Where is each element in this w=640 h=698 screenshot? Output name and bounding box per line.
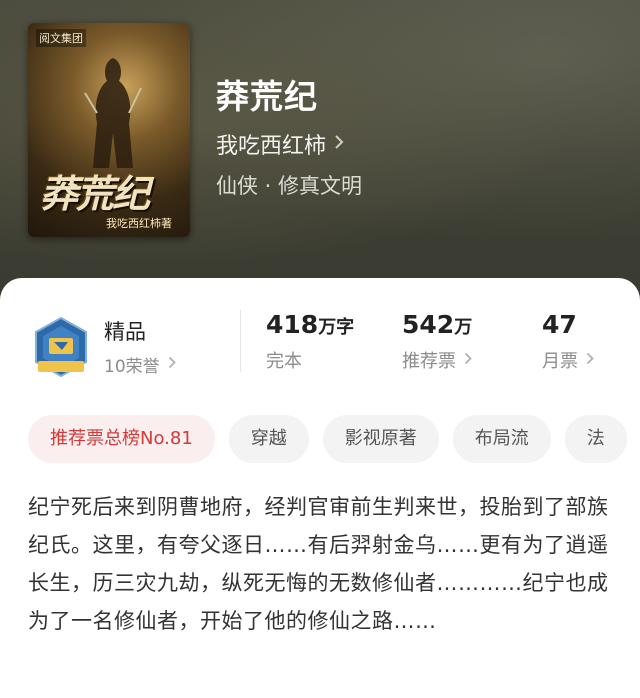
book-info-card: 精品 10荣誉 418万字 完本 542万 推荐票 47 月票 推荐票总榜No.… [0,278,640,698]
stat-monthly-value: 47 [542,310,577,339]
stat-words-value: 418 [266,310,319,339]
book-cover[interactable]: 阅文集团 莽荒纪 我吃西红柿著 [28,23,190,237]
cover-title-art: 莽荒纪 [40,171,150,216]
cover-author-art: 我吃西红柿著 [106,217,172,230]
tag-item[interactable]: 法 [564,415,627,463]
chevron-right-icon [586,352,594,369]
chevron-right-icon [168,356,176,373]
stat-words-unit: 万字 [318,317,355,338]
author-link[interactable]: 我吃西红柿 [216,128,344,160]
honor-count-link[interactable]: 10荣誉 [104,352,176,377]
cover-warrior-illustration [84,58,142,168]
honor-count: 10荣誉 [104,357,160,377]
stat-monthly[interactable]: 47 月票 [542,310,594,373]
tag-list: 推荐票总榜No.81 穿越 影视原著 布局流法 [28,415,640,465]
tag-item[interactable]: 穿越 [228,415,309,463]
stat-recommend[interactable]: 542万 推荐票 [402,310,472,373]
book-genre[interactable]: 仙侠 · 修真文明 [216,170,362,200]
stat-recommend-unit: 万 [454,317,473,338]
book-synopsis[interactable]: 纪宁死后来到阴曹地府，经判官审前生判来世，投胎到了部族纪氏。这里，有夸父逐日……… [28,488,618,640]
tag-item[interactable]: 布局流 [452,415,551,463]
tag-ranking[interactable]: 推荐票总榜No.81 [28,415,215,463]
chevron-right-icon [464,352,472,369]
stat-words: 418万字 完本 [266,310,354,373]
stat-words-label: 完本 [266,351,302,372]
cover-publisher: 阅文集团 [36,29,86,47]
honor-title: 精品 [104,320,146,344]
tag-item[interactable]: 影视原著 [322,415,439,463]
chevron-right-icon [334,134,344,155]
book-header: 阅文集团 莽荒纪 我吃西红柿著 莽荒纪 我吃西红柿 仙侠 · 修真文明 [0,0,640,300]
stats-divider [240,310,241,372]
stat-recommend-value: 542 [402,310,455,339]
honor-badge-icon[interactable] [32,316,90,378]
stat-monthly-label: 月票 [542,351,578,372]
stat-recommend-label: 推荐票 [402,351,456,372]
book-title: 莽荒纪 [216,77,318,116]
author-name: 我吃西红柿 [216,134,327,159]
